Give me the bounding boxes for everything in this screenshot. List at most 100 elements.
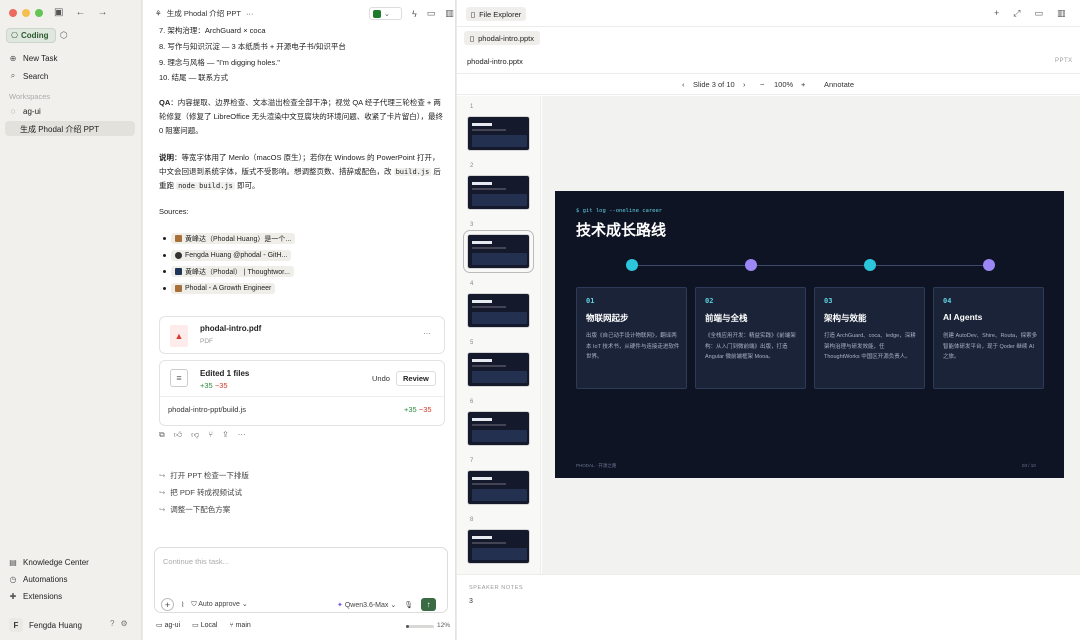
suggestion-item[interactable]: ↪ 把 PDF 转成视频试试 — [159, 487, 242, 498]
composer-input[interactable]: Continue this task... — [163, 557, 229, 566]
slide-thumbnail[interactable] — [463, 230, 534, 273]
layout-icon[interactable]: ▭ — [1034, 8, 1043, 19]
folder-icon: ◌ — [10, 107, 16, 116]
zoom-out-icon[interactable]: − — [760, 80, 764, 89]
source-item: 黄峰达（Phodal） | Thoughtwor... — [163, 266, 294, 277]
composer[interactable]: Continue this task... + ⌇ ⛉ Auto approve… — [154, 547, 448, 613]
workspace-item[interactable]: ◌ ag-ui — [9, 107, 41, 116]
lines-removed: −35 — [418, 405, 432, 414]
career-stage-card: 02 前端与全栈 《全栈应用开发：精益实践》《前端架构：从入门到微前端》出版，打造 … — [695, 287, 806, 389]
share-icon[interactable]: ⇪ — [222, 430, 229, 440]
slide-thumbnail[interactable] — [467, 470, 530, 505]
stage-description: 创建 AutoDev、Shire、Routa，探索多智能体研发平台，现于 Qod… — [943, 333, 1038, 360]
career-stage-card: 01 物联网起步 出版《自己动手设计物联网》，翻译两本 IoT 技术书，从硬件与连接… — [576, 287, 687, 389]
repo-status[interactable]: ▭ ag-ui — [156, 621, 180, 629]
file-icon: ▯ — [470, 33, 475, 43]
source-link[interactable]: Phodal - A Growth Engineer — [171, 283, 276, 294]
slide-thumbnail[interactable] — [467, 293, 530, 328]
annotate-button[interactable]: Annotate — [824, 80, 854, 89]
site-favicon-icon — [175, 235, 182, 242]
slide-thumbnail[interactable] — [467, 352, 530, 387]
close-window-button[interactable] — [9, 9, 17, 17]
next-slide-icon[interactable]: › — [743, 80, 746, 89]
chat-more-button[interactable]: ··· — [246, 9, 254, 18]
slide-thumbnail[interactable] — [467, 175, 530, 210]
tab-label: phodal-intro.pptx — [478, 33, 535, 43]
help-icon[interactable]: ? — [110, 619, 114, 628]
return-arrow-icon: ↪ — [159, 471, 166, 480]
paperclip-icon[interactable]: ⌇ — [181, 601, 184, 609]
task-item-active[interactable]: 生成 Phodal 介绍 PPT — [20, 124, 99, 135]
knowledge-label: Knowledge Center — [23, 558, 89, 567]
zoom-in-icon[interactable]: + — [801, 80, 805, 89]
source-link[interactable]: 黄峰达（Phodal Huang）是一个... — [171, 233, 296, 244]
branch-icon[interactable]: ⑂ — [208, 430, 213, 440]
local-status[interactable]: ▭ Local — [192, 621, 217, 629]
suggestion-label: 把 PDF 转成视频试试 — [170, 488, 242, 497]
task-icon: ⚘ — [155, 9, 162, 18]
thumbs-up-icon[interactable]: 👍︎ — [174, 430, 182, 440]
thumbs-down-icon[interactable]: 👎︎ — [191, 430, 199, 440]
forward-arrow-icon[interactable]: → — [97, 7, 107, 18]
thumbnail-number: 5 — [470, 340, 474, 346]
list-item: 10. 结尾 — 联系方式 — [159, 73, 229, 82]
model-select[interactable]: ✦ Qwen3.6-Max ⌄ — [337, 601, 396, 609]
suggestion-item[interactable]: ↪ 打开 PPT 检查一下排版 — [159, 470, 249, 481]
mode-label: Coding — [20, 31, 49, 40]
app-window: ▣ ← → ⎔ Coding ⬡ ⊕ New Task ⌕ Search Wor… — [0, 0, 1080, 640]
mode-coding-button[interactable]: ⎔ Coding — [6, 28, 56, 43]
add-icon[interactable]: + — [994, 8, 999, 19]
bolt-icon[interactable]: ϟ — [412, 9, 417, 19]
slide-thumbnail[interactable] — [467, 529, 530, 564]
tab-file-explorer[interactable]: ▯ File Explorer — [466, 7, 527, 21]
new-task-button[interactable]: ⊕ New Task — [9, 54, 58, 63]
slide-thumbnail[interactable] — [467, 116, 530, 151]
branch-status[interactable]: ⑂ main — [229, 622, 250, 629]
expand-icon[interactable]: ⤢ — [1013, 8, 1020, 19]
suggestion-item[interactable]: ↪ 调整一下配色方案 — [159, 504, 230, 515]
minimize-window-button[interactable] — [22, 9, 30, 17]
model-logo-icon: ✦ — [337, 601, 343, 609]
extensions-link[interactable]: ✚ Extensions — [9, 592, 63, 601]
send-button[interactable]: ↑ — [421, 598, 437, 611]
source-label: 黄峰达（Phodal Huang）是一个... — [185, 235, 292, 243]
auto-approve-select[interactable]: ⛉ Auto approve ⌄ — [191, 600, 247, 609]
sidebar-right-icon[interactable]: ▥ — [1057, 8, 1066, 19]
back-arrow-icon[interactable]: ← — [75, 7, 85, 18]
settings-gear-icon[interactable]: ⚙ — [120, 619, 127, 628]
copy-icon[interactable]: ⧉ — [159, 430, 165, 440]
list-item: 8. 写作与知识沉淀 — 3 本纸质书 + 开源电子书/知识平台 — [159, 42, 346, 51]
sidebar-toggle-icon[interactable]: ▣ — [54, 7, 63, 18]
automations-link[interactable]: ◷ Automations — [9, 575, 68, 584]
panel-split-icon[interactable]: ▥ — [445, 8, 454, 19]
search-button[interactable]: ⌕ Search — [9, 71, 49, 81]
lines-removed: −35 — [214, 381, 228, 390]
note-label: 说明 — [159, 153, 174, 162]
tab-open-file[interactable]: ▯ phodal-intro.pptx — [464, 31, 541, 45]
microphone-icon[interactable]: 🎙︎ — [404, 601, 413, 609]
speaker-notes-text[interactable]: 3 — [469, 598, 473, 605]
slide-thumbnail[interactable] — [467, 411, 530, 446]
stage-title: 架构与效能 — [824, 313, 867, 323]
file-more-button[interactable]: ··· — [423, 329, 431, 338]
mode-alt-icon[interactable]: ⬡ — [60, 30, 68, 41]
undo-button[interactable]: Undo — [366, 371, 396, 386]
user-profile[interactable]: F Fengda Huang — [9, 618, 82, 632]
add-attachment-button[interactable]: + — [161, 598, 174, 611]
comment-icon[interactable]: ▭ — [427, 8, 436, 19]
context-usage-fill — [406, 625, 410, 628]
agent-select[interactable]: ⌄ — [369, 7, 402, 20]
maximize-window-button[interactable] — [35, 9, 43, 17]
stage-description: 打造 ArchGuard、coca、ledge，深耕架构治理与研发效能，任 Th… — [824, 333, 916, 360]
book-icon: ▤ — [9, 558, 17, 567]
file-attachment-card[interactable]: ▲ phodal-intro.pdf PDF ··· — [159, 316, 445, 354]
review-button[interactable]: Review — [396, 371, 436, 386]
edited-file-path[interactable]: phodal-intro-ppt/build.js — [168, 405, 246, 414]
thumbnail-number: 7 — [470, 458, 474, 464]
source-link[interactable]: Fengda Huang @phodal - GitH... — [171, 250, 292, 261]
source-link[interactable]: 黄峰达（Phodal） | Thoughtwor... — [171, 266, 294, 277]
prev-slide-icon[interactable]: ‹ — [682, 80, 685, 89]
new-task-label: New Task — [23, 54, 58, 63]
more-icon[interactable]: ··· — [238, 430, 246, 440]
knowledge-center-link[interactable]: ▤ Knowledge Center — [9, 558, 89, 567]
